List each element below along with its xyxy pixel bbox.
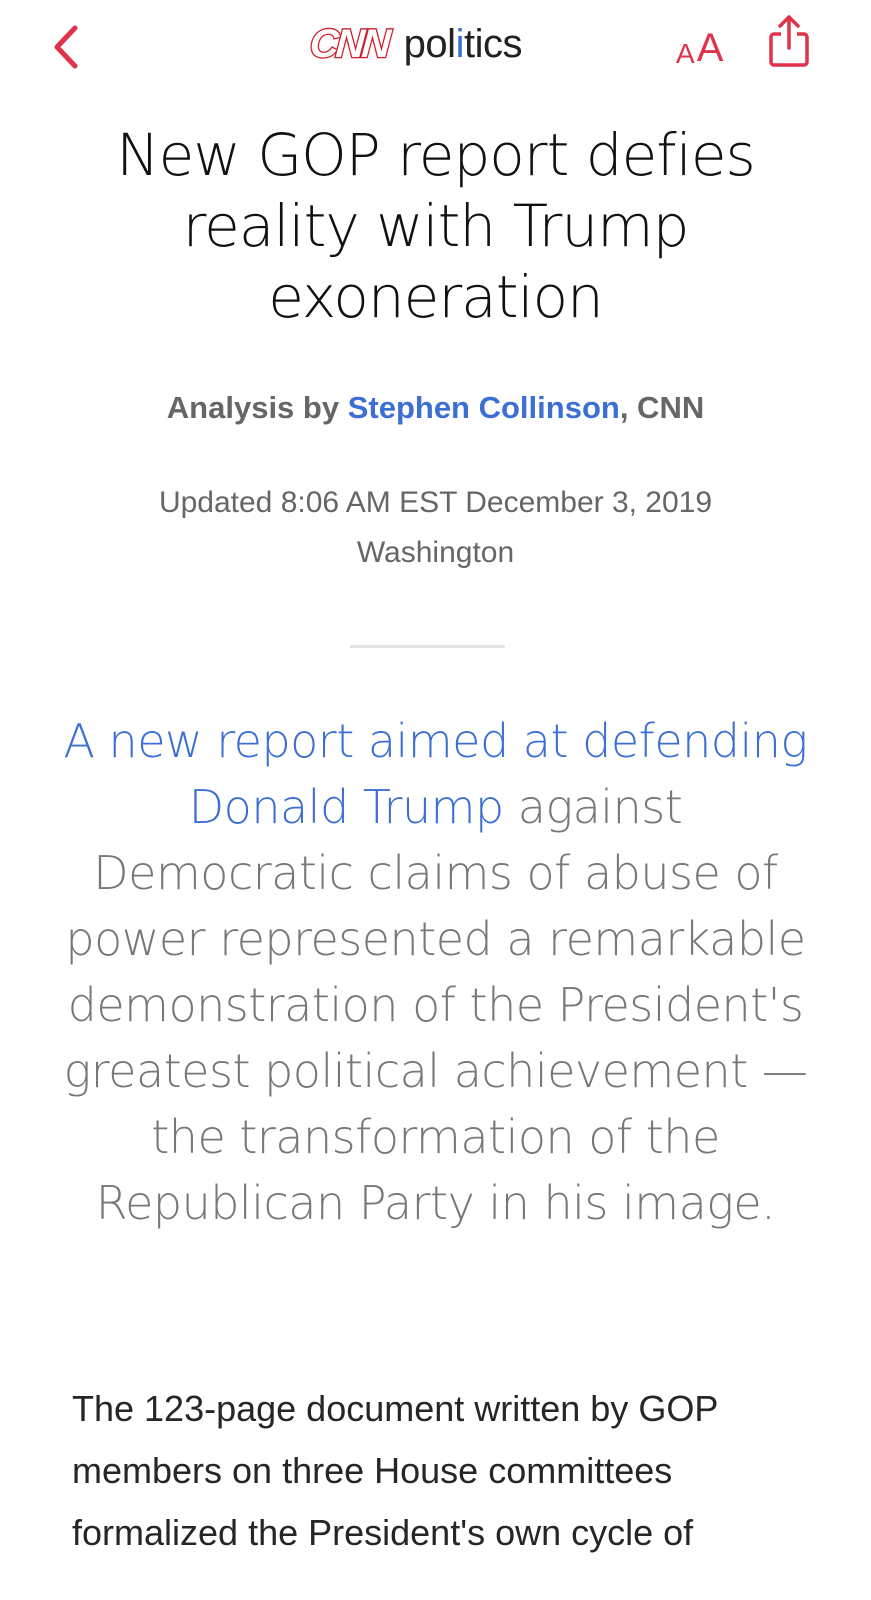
chevron-left-icon <box>54 25 78 69</box>
share-icon <box>769 15 809 67</box>
author-link[interactable]: Stephen Collinson <box>348 390 620 425</box>
text-size-button[interactable]: A A <box>676 22 723 68</box>
article-meta: Updated 8:06 AM EST December 3, 2019 Was… <box>60 478 811 578</box>
byline-prefix: Analysis by <box>166 390 348 425</box>
updated-timestamp: Updated 8:06 AM EST December 3, 2019 <box>158 486 713 519</box>
cnn-logo: CNN <box>307 21 390 68</box>
dateline-location: Washington <box>356 536 515 569</box>
section-name: politics <box>403 22 523 66</box>
article-headline: New GOP report defies reality with Trump… <box>116 121 755 331</box>
article-body-paragraph: The 123-page document written by GOP mem… <box>72 1388 718 1553</box>
lede-link[interactable]: A new report aimed at defending Donald T… <box>63 714 808 834</box>
text-size-small-glyph: A <box>676 38 695 69</box>
article-lede: A new report aimed at defending Donald T… <box>60 708 811 1236</box>
byline-suffix: , CNN <box>619 390 705 425</box>
divider <box>350 645 505 648</box>
lede-text: against Democratic claims of abuse of po… <box>63 780 808 1230</box>
share-button[interactable] <box>766 14 812 70</box>
byline: Analysis by Stephen Collinson, CNN <box>60 390 811 426</box>
back-button[interactable] <box>46 22 86 72</box>
text-size-large-glyph: A <box>696 26 724 70</box>
top-toolbar: CNN politics A A <box>0 0 871 92</box>
cnn-politics-brand[interactable]: CNN politics <box>307 18 523 70</box>
